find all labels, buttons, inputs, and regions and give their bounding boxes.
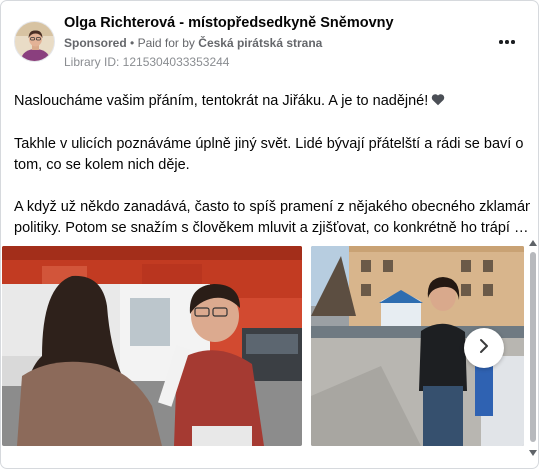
post-text-line: Takhle v ulicích poznáváme úplně jiný sv…: [14, 136, 524, 152]
post-text-line: Nasloucháme vašim přáním, tentokrát na J…: [14, 93, 429, 109]
more-horizontal-icon: [499, 40, 515, 44]
image-carousel[interactable]: [1, 246, 538, 446]
scroll-up-arrow-icon[interactable]: [528, 238, 538, 248]
paid-for-page-link[interactable]: Česká pirátská strana: [198, 36, 322, 50]
sponsored-label: Sponsored: [64, 36, 127, 50]
scroll-down-arrow-icon[interactable]: [528, 448, 538, 458]
carousel-next-button[interactable]: [464, 328, 504, 368]
post-text-line-truncated[interactable]: politiky. Potom se snažím s člověkem mlu…: [14, 218, 530, 239]
ad-card: Olga Richterová - místopředsedkyně Sněmo…: [0, 0, 539, 469]
sponsor-line: Sponsored • Paid for by Česká pirátská s…: [64, 36, 322, 50]
post-text-line: tom, co se kolem nich děje.: [14, 157, 190, 173]
scrollbar-thumb[interactable]: [530, 252, 536, 442]
post-text-paragraph: Nasloucháme vašim přáním, tentokrát na J…: [14, 91, 530, 113]
vertical-scrollbar[interactable]: [527, 238, 538, 458]
paid-for-label: Paid for by: [137, 36, 195, 50]
carousel-slide-photo-conversation-street[interactable]: [2, 246, 302, 446]
photo-conversation-street: [2, 246, 302, 446]
avatar-photo: [15, 22, 54, 61]
author-name-link[interactable]: Olga Richterová - místopředsedkyně Sněmo…: [64, 15, 394, 31]
library-id: Library ID: 1215304033353244: [64, 55, 230, 69]
post-text-line: A když už někdo zanadává, často to spíš …: [14, 199, 530, 215]
meta-separator: •: [130, 36, 135, 50]
more-options-button[interactable]: [493, 31, 521, 53]
post-text: Nasloucháme vašim přáním, tentokrát na J…: [14, 91, 530, 239]
chevron-right-icon: [477, 338, 491, 359]
author-avatar[interactable]: [14, 21, 55, 62]
black-heart-icon: [431, 92, 445, 113]
